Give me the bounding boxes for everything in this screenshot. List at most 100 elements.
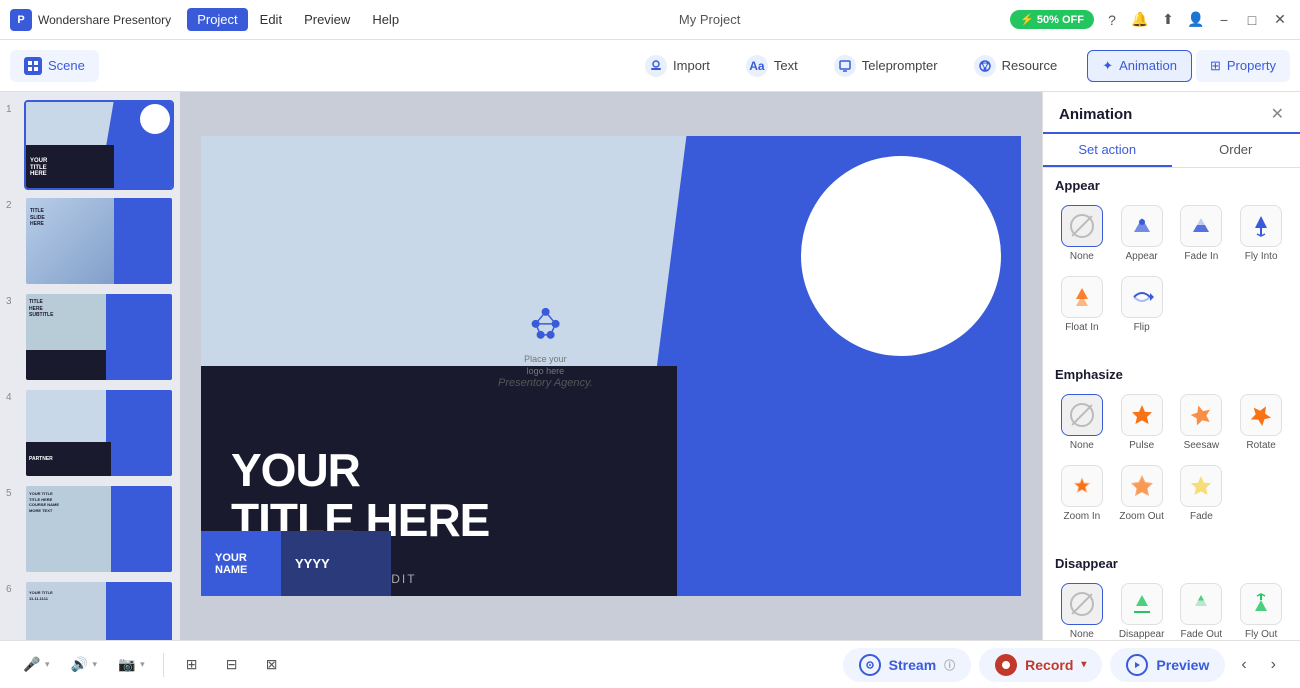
panel-title: Animation bbox=[1059, 106, 1132, 123]
disappear-none[interactable]: None bbox=[1055, 579, 1109, 640]
slide-item-3[interactable]: 3 TITLEHERESUBTITLE bbox=[6, 292, 174, 382]
record-button[interactable]: Record ▾ bbox=[979, 648, 1102, 682]
appear-flyinto-icon bbox=[1240, 205, 1282, 247]
menu-preview[interactable]: Preview bbox=[294, 8, 360, 31]
slide-num-2: 2 bbox=[6, 200, 18, 211]
layout-tool-1[interactable]: ⊞ bbox=[176, 651, 208, 679]
slide-thumb-5: YOUR TITLETITLE HERECOURSE NAMEMORE TEXT bbox=[24, 484, 174, 574]
notification-icon[interactable]: 🔔 bbox=[1130, 10, 1150, 30]
menu-project[interactable]: Project bbox=[187, 8, 247, 31]
record-icon bbox=[995, 654, 1017, 676]
speaker-tool[interactable]: 🔊 ▾ bbox=[64, 651, 104, 679]
slide-item-5[interactable]: 5 YOUR TITLETITLE HERECOURSE NAMEMORE TE… bbox=[6, 484, 174, 574]
animation-button[interactable]: ✦ Animation bbox=[1087, 50, 1192, 82]
emphasize-zoomin-label: Zoom In bbox=[1064, 511, 1101, 522]
slide-thumb-1: YOURTITLEHERE bbox=[24, 100, 174, 190]
record-dropdown-icon: ▾ bbox=[1081, 659, 1086, 670]
mic-tool[interactable]: 🎤 ▾ bbox=[16, 651, 56, 679]
property-button[interactable]: ⊞ Property bbox=[1196, 50, 1290, 82]
promo-button[interactable]: ⚡ 50% OFF bbox=[1010, 10, 1094, 29]
question-icon[interactable]: ? bbox=[1102, 10, 1122, 30]
appear-fadein-label: Fade In bbox=[1184, 251, 1218, 262]
emphasize-zoomout[interactable]: Zoom Out bbox=[1115, 461, 1169, 526]
appear-appear[interactable]: Appear bbox=[1115, 201, 1169, 266]
layout-tool-2[interactable]: ⊟ bbox=[216, 651, 248, 679]
import-tool[interactable]: Import bbox=[635, 49, 720, 83]
canvas-logo-icon bbox=[520, 297, 570, 347]
preview-button[interactable]: Preview bbox=[1110, 648, 1225, 682]
prev-arrow[interactable]: ‹ bbox=[1233, 652, 1254, 678]
canvas-slide[interactable]: YOUR TITLE HERE COURSE: CLICK TO EDIT bbox=[201, 136, 1021, 596]
slide-panel: 1 YOURTITLEHERE 2 TITLESLIDEHERE bbox=[0, 92, 180, 640]
animation-panel: Animation ✕ Set action Order Appear None bbox=[1042, 92, 1300, 640]
canvas-logo-area[interactable]: Place yourlogo here Presentory Agency. bbox=[498, 297, 593, 389]
name-label[interactable]: YOURNAME bbox=[201, 531, 281, 596]
scene-button[interactable]: Scene bbox=[10, 50, 99, 82]
disappear-disappear-label: Disappear bbox=[1119, 629, 1165, 640]
tab-set-action[interactable]: Set action bbox=[1043, 134, 1172, 167]
emphasize-none[interactable]: None bbox=[1055, 390, 1109, 455]
stream-button[interactable]: Stream ⓘ bbox=[843, 648, 971, 682]
slide-thumb-6: YOUR TITLE11.11.1111 bbox=[24, 580, 174, 640]
appear-floatin[interactable]: Float In bbox=[1055, 272, 1109, 337]
year-label[interactable]: YYYY bbox=[281, 531, 391, 596]
emphasize-seesaw[interactable]: Seesaw bbox=[1175, 390, 1229, 455]
resource-icon bbox=[974, 55, 996, 77]
maximize-button[interactable]: □ bbox=[1242, 10, 1262, 30]
close-button[interactable]: ✕ bbox=[1270, 10, 1290, 30]
disappear-grid: None Disappear Fade Out bbox=[1055, 579, 1288, 640]
appear-section: Appear None Appear bbox=[1043, 168, 1300, 349]
emphasize-fade[interactable]: Fade bbox=[1175, 461, 1229, 526]
toolbar-tools: Import Aa Text Teleprompter Resource bbox=[635, 49, 1067, 83]
account-icon[interactable]: 👤 bbox=[1186, 10, 1206, 30]
share-icon[interactable]: ⬆ bbox=[1158, 10, 1178, 30]
speaker-icon: 🔊 bbox=[70, 655, 90, 675]
emphasize-zoomin[interactable]: Zoom In bbox=[1055, 461, 1109, 526]
panel-close-button[interactable]: ✕ bbox=[1271, 104, 1284, 124]
cam-tool[interactable]: 📷 ▾ bbox=[111, 651, 151, 679]
panel-header: Animation ✕ bbox=[1043, 92, 1300, 134]
emphasize-none-icon bbox=[1061, 394, 1103, 436]
slide-thumb-2: TITLESLIDEHERE bbox=[24, 196, 174, 286]
appear-appear-icon bbox=[1121, 205, 1163, 247]
resource-tool[interactable]: Resource bbox=[964, 49, 1068, 83]
emphasize-pulse[interactable]: Pulse bbox=[1115, 390, 1169, 455]
emphasize-none-label: None bbox=[1070, 440, 1094, 451]
slide-item-2[interactable]: 2 TITLESLIDEHERE bbox=[6, 196, 174, 286]
appear-none[interactable]: None bbox=[1055, 201, 1109, 266]
teleprompter-tool[interactable]: Teleprompter bbox=[824, 49, 948, 83]
slide-item-1[interactable]: 1 YOURTITLEHERE bbox=[6, 100, 174, 190]
bottom-bar: 🎤 ▾ 🔊 ▾ 📷 ▾ ⊞ ⊟ ⊠ Stream ⓘ Record ▾ Prev bbox=[0, 640, 1300, 688]
disappear-disappear[interactable]: Disappear bbox=[1115, 579, 1169, 640]
canvas-circle bbox=[801, 156, 1001, 356]
slide-item-4[interactable]: 4 PARTNER bbox=[6, 388, 174, 478]
layout-tool-3[interactable]: ⊠ bbox=[256, 651, 288, 679]
emphasize-rotate[interactable]: Rotate bbox=[1234, 390, 1288, 455]
panel-tabs: Set action Order bbox=[1043, 134, 1300, 168]
canvas-area[interactable]: YOUR TITLE HERE COURSE: CLICK TO EDIT bbox=[180, 92, 1042, 640]
tab-order[interactable]: Order bbox=[1172, 134, 1300, 167]
minimize-button[interactable]: − bbox=[1214, 10, 1234, 30]
disappear-fadeout[interactable]: Fade Out bbox=[1175, 579, 1229, 640]
agency-text: Presentory Agency. bbox=[498, 377, 593, 389]
appear-fadein[interactable]: Fade In bbox=[1175, 201, 1229, 266]
slide-num-3: 3 bbox=[6, 296, 18, 307]
appear-flyinto[interactable]: Fly Into bbox=[1234, 201, 1288, 266]
text-icon: Aa bbox=[746, 55, 768, 77]
disappear-flyout-icon bbox=[1240, 583, 1282, 625]
app-logo: P Wondershare Presentory bbox=[10, 9, 171, 31]
menu-edit[interactable]: Edit bbox=[250, 8, 292, 31]
slide-item-6[interactable]: 6 YOUR TITLE11.11.1111 bbox=[6, 580, 174, 640]
mic-icon: 🎤 bbox=[22, 655, 42, 675]
next-arrow[interactable]: › bbox=[1263, 652, 1284, 678]
emphasize-seesaw-icon bbox=[1180, 394, 1222, 436]
menu-help[interactable]: Help bbox=[362, 8, 409, 31]
appear-floatin-label: Float In bbox=[1065, 322, 1098, 333]
text-tool[interactable]: Aa Text bbox=[736, 49, 808, 83]
appear-flip[interactable]: Flip bbox=[1115, 272, 1169, 337]
emphasize-title: Emphasize bbox=[1055, 367, 1288, 382]
titlebar-menu: Project Edit Preview Help bbox=[187, 8, 409, 31]
emphasize-zoomout-label: Zoom Out bbox=[1119, 511, 1163, 522]
disappear-flyout[interactable]: Fly Out bbox=[1234, 579, 1288, 640]
emphasize-section: Emphasize None Pulse bbox=[1043, 357, 1300, 538]
